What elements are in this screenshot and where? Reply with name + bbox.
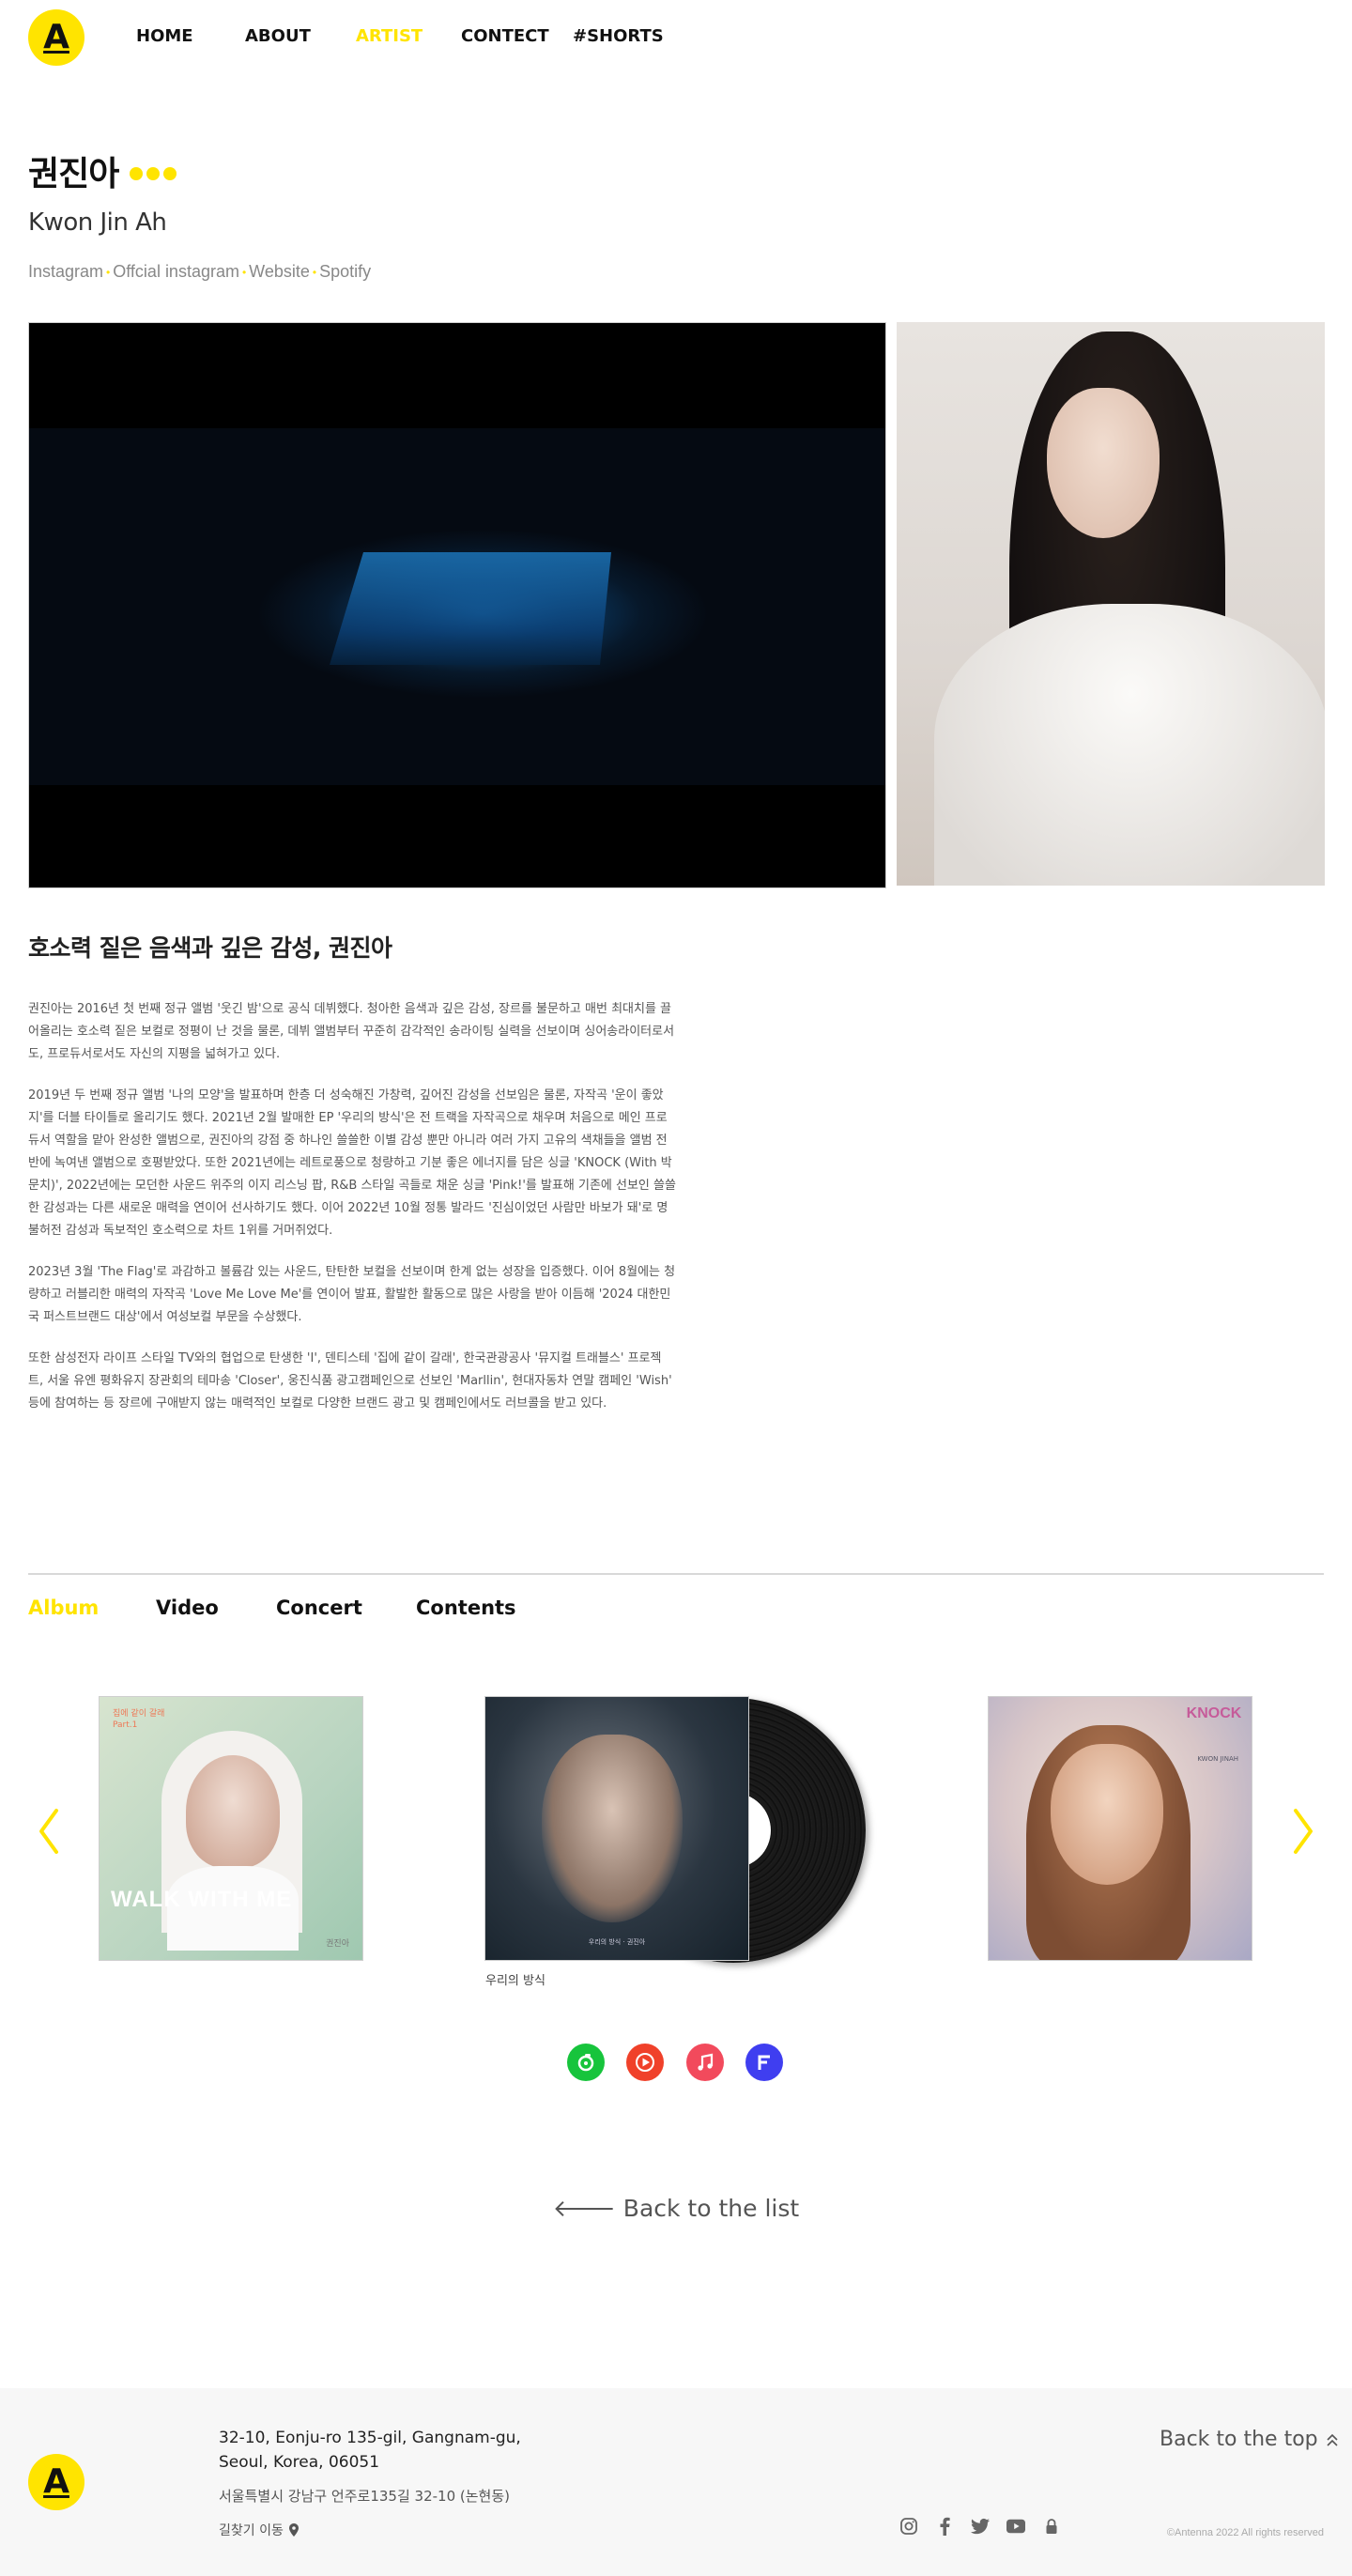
video-player[interactable] xyxy=(28,322,886,888)
directions-label: 길찾기 이동 xyxy=(219,2523,284,2538)
link-separator: • xyxy=(241,265,247,279)
youtube-music-icon[interactable] xyxy=(626,2044,664,2081)
lock-icon[interactable] xyxy=(1042,2517,1061,2536)
twitter-icon[interactable] xyxy=(971,2517,990,2536)
instagram-icon[interactable] xyxy=(899,2517,918,2536)
artist-name-kr: 권진아 xyxy=(28,155,119,193)
album-cover-text: 집에 같이 갈래 Part.1 xyxy=(113,1709,165,1730)
bio-paragraph: 2019년 두 번째 정규 앨범 '나의 모양'을 발표하며 한층 더 성숙해진… xyxy=(28,1088,676,1238)
site-footer: A 32-10, Eonju-ro 135-gil, Gangnam-gu, S… xyxy=(0,2388,1352,2576)
link-website[interactable]: Website xyxy=(249,262,310,282)
address-line2: Seoul, Korea, 06051 xyxy=(219,2453,380,2472)
tab-video[interactable]: Video xyxy=(156,1597,276,1619)
melon-icon[interactable] xyxy=(567,2044,605,2081)
album-cover-title: KNOCK xyxy=(1186,1705,1242,1721)
nav-artist[interactable]: ARTIST xyxy=(356,26,461,46)
tab-contents[interactable]: Contents xyxy=(416,1597,516,1619)
double-chevron-up-icon xyxy=(1327,2433,1338,2446)
back-to-top-label: Back to the top xyxy=(1160,2428,1318,2451)
nav-home[interactable]: HOME xyxy=(136,26,245,46)
dots-decoration xyxy=(130,167,177,180)
social-links xyxy=(899,2517,1061,2536)
apple-music-icon[interactable] xyxy=(686,2044,724,2081)
album-cover-title: WALK WITH ME xyxy=(111,1887,293,1912)
address-kr: 서울특별시 강남구 언주로135길 32-10 (논현동) xyxy=(219,2488,510,2505)
nav-contect[interactable]: CONTECT xyxy=(461,26,573,46)
artist-links: Instagram • Offcial instagram • Website … xyxy=(28,262,371,282)
logo-letter: A xyxy=(43,18,69,56)
address-en: 32-10, Eonju-ro 135-gil, Gangnam-gu, Seo… xyxy=(219,2426,521,2475)
chevron-left-icon[interactable] xyxy=(36,1803,64,1859)
nav-shorts[interactable]: #SHORTS xyxy=(573,26,667,46)
link-official-instagram[interactable]: Offcial instagram xyxy=(113,262,239,282)
back-to-top-link[interactable]: Back to the top xyxy=(1160,2428,1339,2451)
facebook-icon[interactable] xyxy=(935,2517,954,2536)
bio-paragraph: 권진아는 2016년 첫 번째 정규 앨범 '웃긴 밤'으로 공식 데뷔했다. … xyxy=(28,1002,675,1061)
section-divider xyxy=(28,1573,1324,1575)
address-line1: 32-10, Eonju-ro 135-gil, Gangnam-gu, xyxy=(219,2429,521,2447)
main-nav: HOME ABOUT ARTIST CONTECT #SHORTS xyxy=(136,26,667,46)
video-frame xyxy=(29,428,885,785)
bio-paragraph: 2023년 3월 'The Flag'로 과감하고 볼륨감 있는 사운드, 탄탄… xyxy=(28,1265,676,1324)
map-pin-icon xyxy=(288,2523,299,2537)
album-cover-text: 우리의 방식 · 권진아 xyxy=(588,1938,646,1946)
album-cover-knock[interactable]: KNOCK KWON JINAH xyxy=(988,1696,1252,1961)
artist-photo xyxy=(897,322,1325,886)
content-tabs: Album Video Concert Contents xyxy=(28,1597,516,1619)
logo-letter: A xyxy=(43,2462,69,2501)
bio-paragraph: 또한 삼성전자 라이프 스타일 TV와의 협업으로 탄생한 'I', 덴티스테 … xyxy=(28,1351,672,1411)
back-to-list-label: Back to the list xyxy=(622,2195,800,2222)
nav-about[interactable]: ABOUT xyxy=(245,26,356,46)
youtube-icon[interactable] xyxy=(1006,2517,1025,2536)
chevron-right-icon[interactable] xyxy=(1288,1803,1316,1859)
tab-album[interactable]: Album xyxy=(28,1597,156,1619)
album-cover-our-way[interactable]: 우리의 방식 · 권진아 xyxy=(484,1696,749,1961)
album-cover-artist: 권진아 xyxy=(326,1939,349,1949)
back-to-list-link[interactable]: 🡐 Back to the list xyxy=(0,2195,1352,2223)
link-separator: • xyxy=(312,265,317,279)
link-spotify[interactable]: Spotify xyxy=(319,262,371,282)
bio-title: 호소력 짙은 음색과 깊은 감성, 권진아 xyxy=(28,934,392,962)
footer-logo[interactable]: A xyxy=(28,2454,84,2510)
logo[interactable]: A xyxy=(28,9,84,66)
album-caption: 우리의 방식 xyxy=(485,1974,545,1988)
directions-link[interactable]: 길찾기 이동 xyxy=(219,2521,299,2539)
album-cover-artist: KWON JINAH xyxy=(1197,1755,1238,1763)
link-separator: • xyxy=(106,265,111,279)
tab-concert[interactable]: Concert xyxy=(276,1597,416,1619)
copyright: ©Antenna 2022 All rights reserved xyxy=(1166,2527,1324,2538)
album-cover-walk-with-me[interactable]: 집에 같이 갈래 Part.1 WALK WITH ME 권진아 xyxy=(99,1696,363,1961)
arrow-left-icon: 🡐 xyxy=(552,2195,623,2222)
bio-text: 권진아는 2016년 첫 번째 정규 앨범 '웃긴 밤'으로 공식 데뷔했다. … xyxy=(28,998,676,1434)
link-instagram[interactable]: Instagram xyxy=(28,262,103,282)
flo-icon[interactable] xyxy=(745,2044,783,2081)
video-stage-light xyxy=(330,552,611,665)
site-header: A HOME ABOUT ARTIST CONTECT #SHORTS xyxy=(0,0,1352,75)
artist-name-en: Kwon Jin Ah xyxy=(28,208,167,237)
